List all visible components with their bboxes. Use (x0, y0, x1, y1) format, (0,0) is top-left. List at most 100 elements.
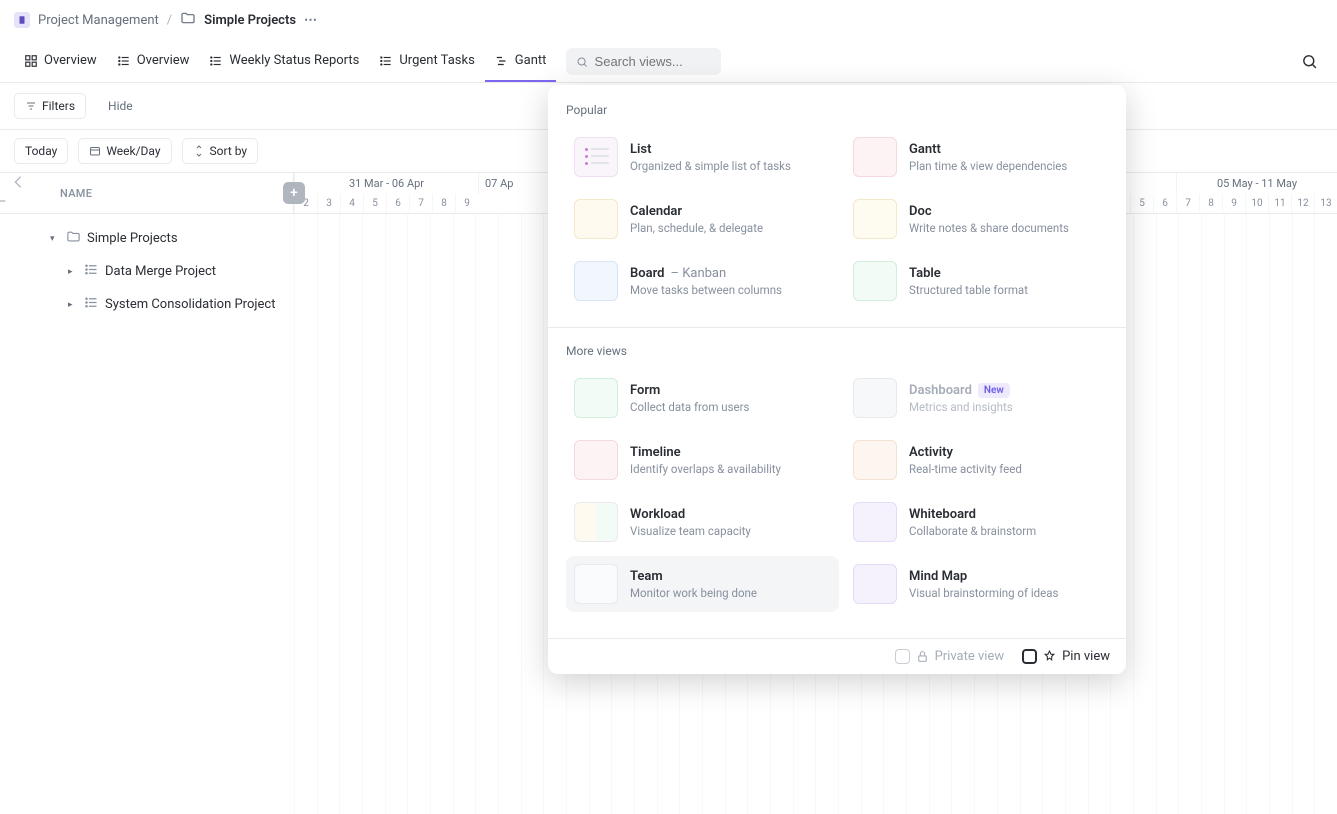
breadcrumb-current[interactable]: Simple Projects (204, 13, 296, 28)
view-option-desc: Write notes & share documents (909, 221, 1110, 235)
view-option-desc: Organized & simple list of tasks (630, 159, 831, 173)
view-option-desc: Monitor work being done (630, 586, 831, 600)
view-option-mind-map[interactable]: Mind MapVisual brainstorming of ideas (845, 556, 1118, 612)
view-option-timeline[interactable]: TimelineIdentify overlaps & availability (566, 432, 839, 488)
view-option-form[interactable]: Form Collect data from users (566, 370, 839, 426)
tab-urgent-tasks-3[interactable]: Urgent Tasks (369, 41, 484, 82)
search-views-input[interactable] (566, 48, 721, 75)
view-option-activity[interactable]: Activity Real-time activity feed (845, 432, 1118, 488)
view-option-title: List (630, 142, 831, 157)
name-column-header: NAME + (0, 173, 294, 213)
tree-root-label: Simple Projects (87, 231, 178, 246)
breadcrumb-more-button[interactable]: ⋯ (304, 13, 318, 28)
view-option-title: Gantt (909, 142, 1110, 157)
view-option-whiteboard[interactable]: WhiteboardCollaborate & brainstorm (845, 494, 1118, 550)
filters-label: Filters (42, 99, 75, 113)
view-option-dashboard[interactable]: Dashboard NewMetrics and insights (845, 370, 1118, 426)
view-option-desc: Collect data from users (630, 400, 831, 414)
folder-icon (66, 229, 81, 248)
view-option-desc: Real-time activity feed (909, 462, 1110, 476)
tree-item-label: Data Merge Project (105, 264, 216, 279)
tab-label: Gantt (515, 53, 547, 68)
name-header-label: NAME (60, 187, 92, 200)
sortby-label: Sort by (210, 144, 248, 158)
search-views-field[interactable] (595, 54, 712, 69)
today-button[interactable]: Today (14, 138, 68, 164)
view-option-table[interactable]: TableStructured table format (845, 253, 1118, 309)
week-label: 07 Ap (478, 173, 538, 194)
search-icon[interactable] (1295, 48, 1323, 76)
new-badge: New (978, 383, 1010, 398)
tab-overview-1[interactable]: Overview (107, 41, 200, 82)
view-thumbnail-icon (574, 564, 618, 604)
view-option-title: Team (630, 569, 831, 584)
pin-view-toggle[interactable]: Pin view (1022, 649, 1110, 664)
breadcrumb-parent[interactable]: Project Management (38, 13, 159, 28)
day-label: 12 (1291, 194, 1314, 213)
view-tabs: OverviewOverviewWeekly Status ReportsUrg… (0, 41, 1337, 83)
add-column-button[interactable]: + (283, 182, 305, 204)
week-label: 05 May - 11 May (1176, 173, 1337, 194)
view-option-board[interactable]: Board – KanbanMove tasks between columns (566, 253, 839, 309)
view-option-desc: Plan, schedule, & delegate (630, 221, 831, 235)
view-thumbnail-icon (574, 502, 618, 542)
breadcrumb-separator: / (167, 13, 172, 28)
tree-item-label: System Consolidation Project (105, 297, 275, 312)
day-label: 7 (1176, 194, 1199, 213)
view-option-title: Timeline (630, 445, 831, 460)
filters-button[interactable]: Filters (14, 93, 86, 119)
view-option-title: Doc (909, 204, 1110, 219)
view-option-team[interactable]: Team Monitor work being done (566, 556, 839, 612)
tree-item[interactable]: ▸ Data Merge Project (0, 255, 294, 288)
view-option-list[interactable]: List Organized & simple list of tasks (566, 129, 839, 185)
view-option-desc: Plan time & view dependencies (909, 159, 1110, 173)
view-thumbnail-icon (574, 440, 618, 480)
view-thumbnail-icon (853, 137, 897, 177)
view-option-doc[interactable]: Doc Write notes & share documents (845, 191, 1118, 247)
weekday-toggle[interactable]: Week/Day (78, 138, 171, 164)
view-thumbnail-icon (853, 378, 897, 418)
view-option-desc: Visualize team capacity (630, 524, 831, 538)
hide-button[interactable]: Hide (98, 94, 143, 118)
view-option-desc: Metrics and insights (909, 400, 1110, 414)
view-thumbnail-icon (853, 261, 897, 301)
lock-icon (916, 650, 929, 663)
tree-root[interactable]: ▾ Simple Projects (0, 222, 294, 255)
sortby-button[interactable]: Sort by (182, 138, 259, 164)
checkbox-icon (895, 649, 910, 664)
tab-weekly-status-reports-2[interactable]: Weekly Status Reports (199, 41, 369, 82)
day-label: 11 (1268, 194, 1291, 213)
view-option-title: Form (630, 383, 831, 398)
view-option-title: Mind Map (909, 569, 1110, 584)
view-option-title: Whiteboard (909, 507, 1110, 522)
dropdown-section-title: Popular (566, 103, 1118, 117)
view-thumbnail-icon (574, 378, 618, 418)
tab-gantt-4[interactable]: Gantt (485, 41, 557, 82)
view-thumbnail-icon (853, 440, 897, 480)
view-thumbnail-icon (574, 199, 618, 239)
tab-overview-0[interactable]: Overview (14, 41, 107, 82)
collapse-sidebar-icon[interactable] (10, 174, 27, 212)
view-option-gantt[interactable]: Gantt Plan time & view dependencies (845, 129, 1118, 185)
view-option-desc: Structured table format (909, 283, 1110, 297)
day-label: 10 (1245, 194, 1268, 213)
workspace-icon (14, 12, 30, 28)
week-label: 31 Mar - 06 Apr (294, 173, 478, 194)
day-label: 5 (363, 194, 386, 213)
tree-item[interactable]: ▸System Consolidation Project (0, 288, 294, 321)
view-option-title: Workload (630, 507, 831, 522)
folder-icon (180, 10, 196, 30)
day-label: 13 (1314, 194, 1337, 213)
list-icon (379, 54, 393, 68)
day-label: 9 (455, 194, 478, 213)
tab-label: Urgent Tasks (399, 53, 474, 68)
private-view-label: Private view (935, 649, 1005, 664)
view-option-title: Board – Kanban (630, 266, 831, 281)
view-option-workload[interactable]: Workload Visualize team capacity (566, 494, 839, 550)
view-option-calendar[interactable]: Calendar Plan, schedule, & delegate (566, 191, 839, 247)
view-thumbnail-icon (853, 199, 897, 239)
view-option-title: Calendar (630, 204, 831, 219)
private-view-toggle[interactable]: Private view (895, 649, 1005, 664)
caret-right-icon: ▸ (68, 267, 78, 277)
view-option-title: Activity (909, 445, 1110, 460)
